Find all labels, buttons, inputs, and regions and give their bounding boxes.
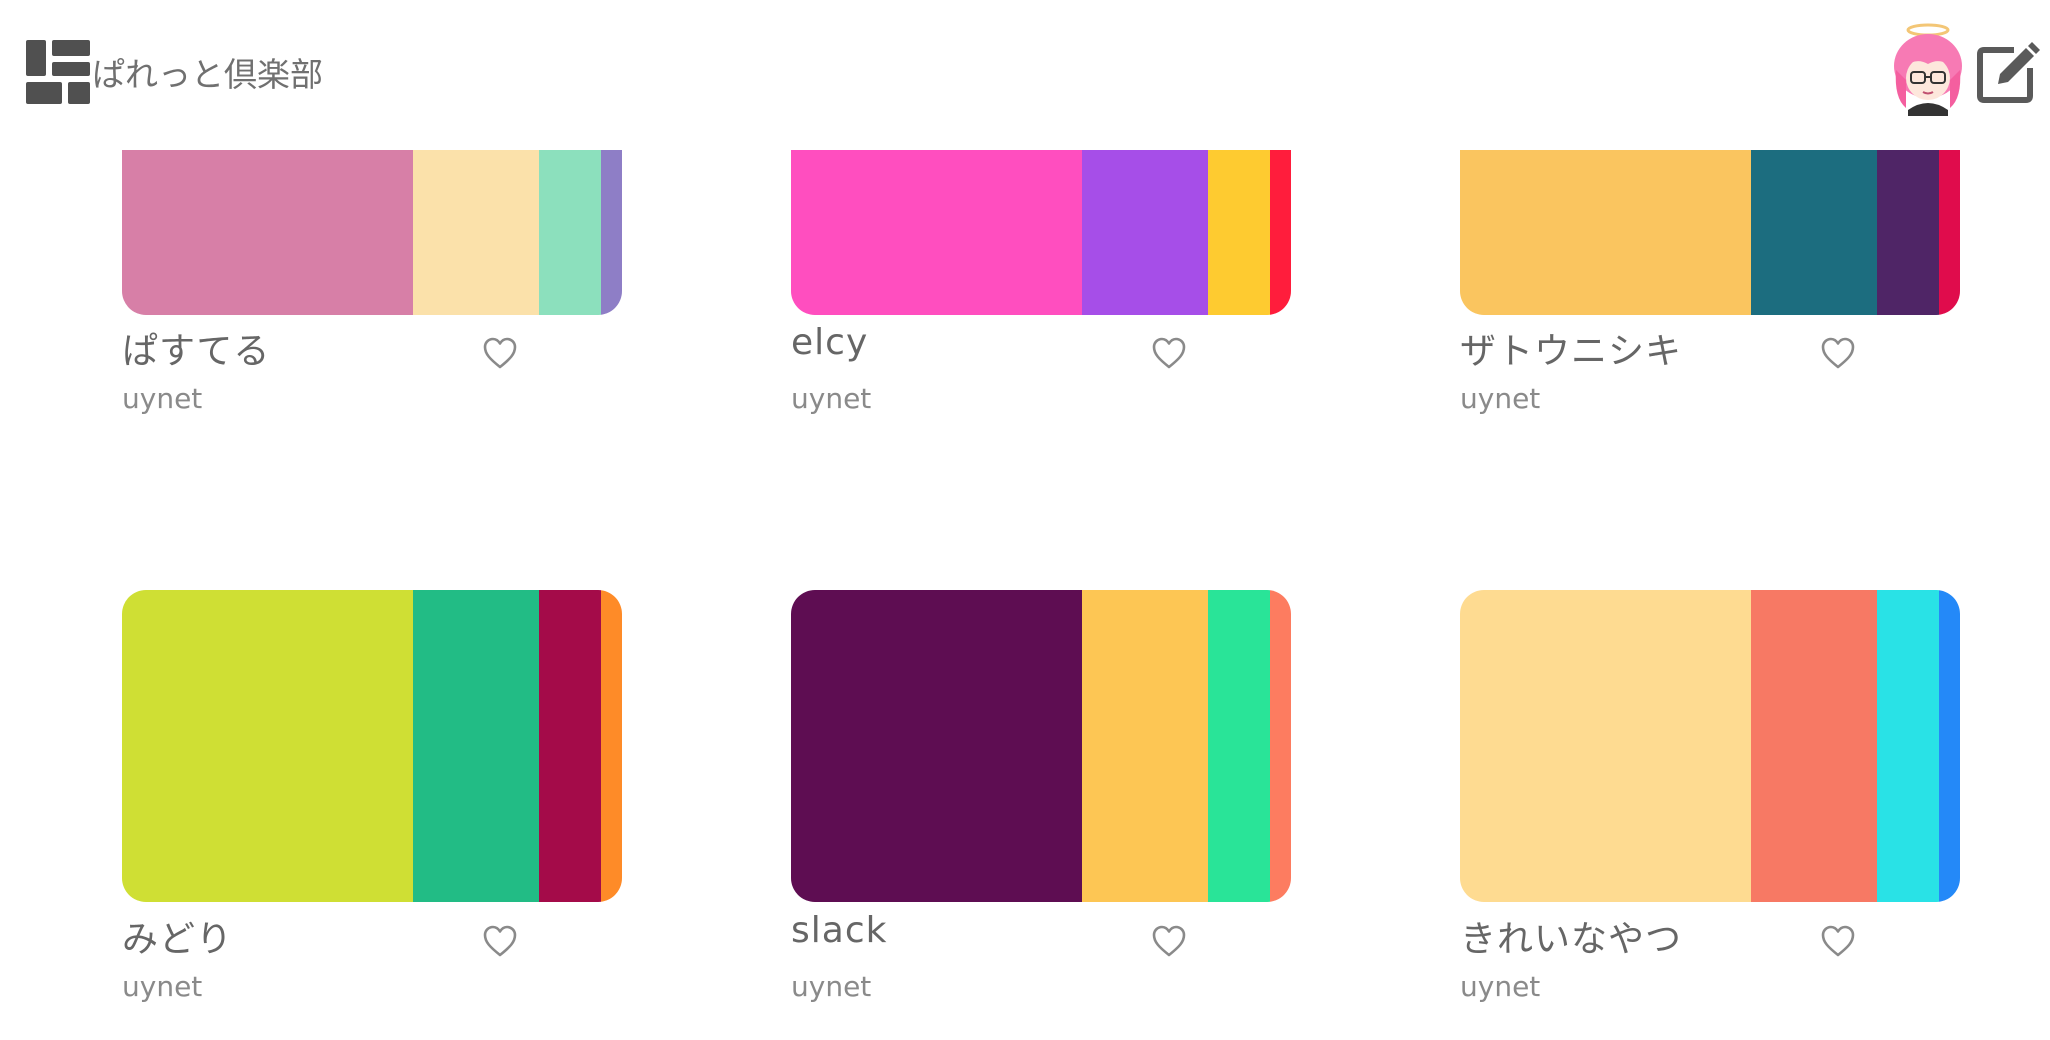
palette-title[interactable]: ぱすてる bbox=[122, 322, 270, 374]
color-stripe[interactable] bbox=[1877, 150, 1939, 315]
logo-link[interactable]: ぱれっと倶楽部 bbox=[26, 40, 323, 104]
palette-swatch[interactable] bbox=[791, 150, 1291, 315]
color-stripe[interactable] bbox=[413, 150, 539, 315]
palette-author[interactable]: uynet bbox=[791, 382, 871, 415]
heart-outline-icon bbox=[483, 337, 517, 369]
color-stripe[interactable] bbox=[1208, 150, 1270, 315]
color-stripe[interactable] bbox=[791, 590, 1082, 902]
like-button[interactable] bbox=[482, 336, 518, 370]
palette-swatch[interactable] bbox=[1460, 150, 1960, 315]
edit-icon bbox=[1977, 42, 2040, 103]
palette-grid: ぱすてる uynet elcy uynet ザトウニシキ uynet みどり u… bbox=[0, 0, 2050, 1040]
color-stripe[interactable] bbox=[539, 150, 601, 315]
palette-card[interactable]: みどり uynet bbox=[122, 590, 622, 1010]
page: ぱすてる uynet elcy uynet ザトウニシキ uynet みどり u… bbox=[0, 0, 2050, 1040]
heart-outline-icon bbox=[1821, 337, 1855, 369]
palette-swatch[interactable] bbox=[122, 150, 622, 315]
color-stripe[interactable] bbox=[1460, 590, 1751, 902]
color-stripe[interactable] bbox=[1270, 150, 1291, 315]
palette-author[interactable]: uynet bbox=[1460, 970, 1540, 1003]
palette-title[interactable]: slack bbox=[791, 910, 887, 951]
heart-outline-icon bbox=[1152, 925, 1186, 957]
color-stripe[interactable] bbox=[1208, 590, 1270, 902]
app-title: ぱれっと倶楽部 bbox=[92, 55, 323, 94]
color-stripe[interactable] bbox=[1939, 590, 1960, 902]
palette-author[interactable]: uynet bbox=[122, 382, 202, 415]
heart-outline-icon bbox=[1821, 925, 1855, 957]
palette-title[interactable]: elcy bbox=[791, 322, 868, 363]
color-stripe[interactable] bbox=[601, 590, 622, 902]
app-header: ぱれっと倶楽部 bbox=[0, 0, 2050, 150]
blocks-logo-icon bbox=[26, 40, 90, 104]
color-stripe[interactable] bbox=[1751, 590, 1877, 902]
like-button[interactable] bbox=[1820, 336, 1856, 370]
edit-button[interactable] bbox=[1974, 40, 2040, 106]
color-stripe[interactable] bbox=[1460, 150, 1751, 315]
palette-swatch[interactable] bbox=[122, 590, 622, 902]
palette-author[interactable]: uynet bbox=[122, 970, 202, 1003]
palette-title[interactable]: ザトウニシキ bbox=[1460, 322, 1682, 374]
color-stripe[interactable] bbox=[1751, 150, 1877, 315]
like-button[interactable] bbox=[482, 924, 518, 958]
color-stripe[interactable] bbox=[1270, 590, 1291, 902]
heart-outline-icon bbox=[483, 925, 517, 957]
avatar-image bbox=[1894, 23, 1962, 116]
color-stripe[interactable] bbox=[122, 590, 413, 902]
user-avatar[interactable] bbox=[1886, 20, 1970, 116]
color-stripe[interactable] bbox=[1082, 150, 1208, 315]
color-stripe[interactable] bbox=[791, 150, 1082, 315]
color-stripe[interactable] bbox=[1939, 150, 1960, 315]
like-button[interactable] bbox=[1151, 336, 1187, 370]
like-button[interactable] bbox=[1151, 924, 1187, 958]
like-button[interactable] bbox=[1820, 924, 1856, 958]
palette-card[interactable]: slack uynet bbox=[791, 590, 1291, 1010]
color-stripe[interactable] bbox=[122, 150, 413, 315]
palette-author[interactable]: uynet bbox=[791, 970, 871, 1003]
palette-title[interactable]: きれいなやつ bbox=[1460, 910, 1682, 962]
palette-author[interactable]: uynet bbox=[1460, 382, 1540, 415]
palette-card[interactable]: きれいなやつ uynet bbox=[1460, 590, 1960, 1010]
palette-swatch[interactable] bbox=[791, 590, 1291, 902]
palette-swatch[interactable] bbox=[1460, 590, 1960, 902]
color-stripe[interactable] bbox=[1082, 590, 1208, 902]
color-stripe[interactable] bbox=[1877, 590, 1939, 902]
color-stripe[interactable] bbox=[413, 590, 539, 902]
heart-outline-icon bbox=[1152, 337, 1186, 369]
color-stripe[interactable] bbox=[539, 590, 601, 902]
palette-title[interactable]: みどり bbox=[122, 910, 233, 962]
color-stripe[interactable] bbox=[601, 150, 622, 315]
